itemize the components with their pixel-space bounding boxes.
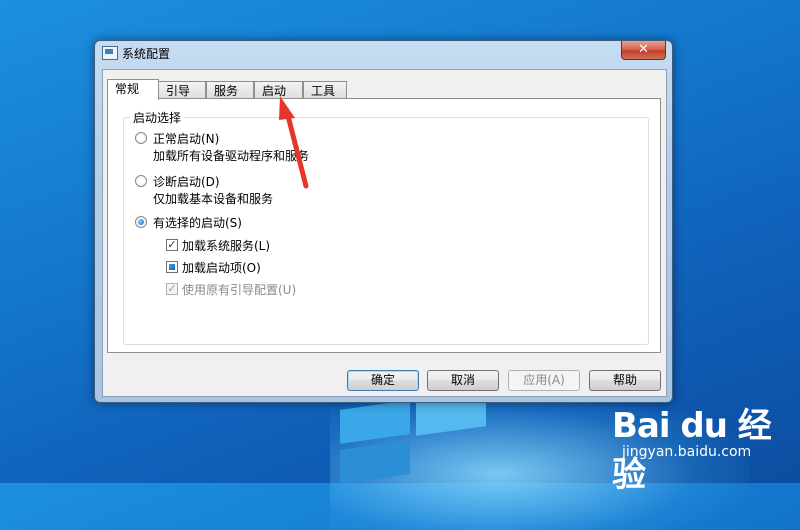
watermark-url: jingyan.baidu.com (622, 444, 752, 460)
tab-general-label: 常规 (115, 82, 140, 96)
tab-general[interactable]: 常规 (107, 79, 159, 100)
baidu-jingyan-watermark: Bai du 经验 jingyan.baidu.com (612, 398, 800, 496)
